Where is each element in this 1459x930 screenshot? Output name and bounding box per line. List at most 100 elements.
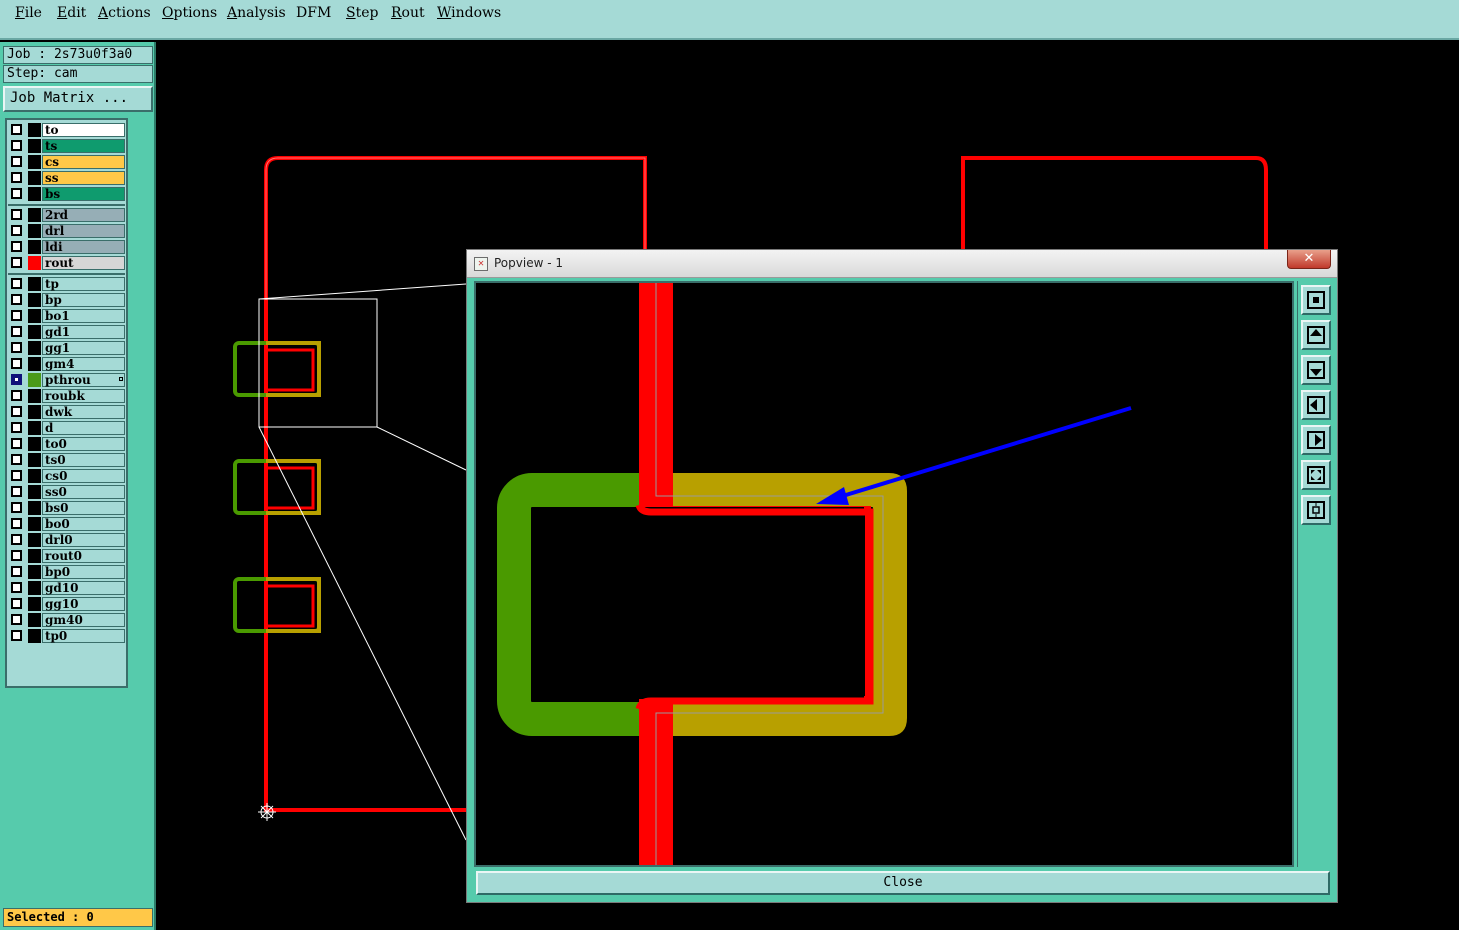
popview-canvas[interactable] xyxy=(474,281,1294,867)
layer-color-swatch[interactable] xyxy=(28,597,41,611)
layer-checkbox[interactable] xyxy=(11,422,22,433)
layer-checkbox[interactable] xyxy=(11,454,22,465)
layer-name[interactable]: to xyxy=(42,123,125,137)
layer-row-cs[interactable]: cs xyxy=(8,155,125,169)
layer-checkbox[interactable] xyxy=(11,534,22,545)
layer-color-swatch[interactable] xyxy=(28,325,41,339)
layer-checkbox[interactable] xyxy=(11,518,22,529)
layer-row-ldi[interactable]: ldi xyxy=(8,240,125,254)
layer-row-ss[interactable]: ss xyxy=(8,171,125,185)
layer-row-to0[interactable]: to0 xyxy=(8,437,125,451)
layer-name[interactable]: tp xyxy=(42,277,125,291)
layer-name[interactable]: ss xyxy=(42,171,125,185)
layer-name[interactable]: 2rd xyxy=(42,208,125,222)
layer-color-swatch[interactable] xyxy=(28,581,41,595)
layer-checkbox[interactable] xyxy=(11,124,22,135)
layer-color-swatch[interactable] xyxy=(28,256,41,270)
layer-checkbox[interactable] xyxy=(11,470,22,481)
layer-color-swatch[interactable] xyxy=(28,613,41,627)
layer-row-to[interactable]: to xyxy=(8,123,125,137)
layer-color-swatch[interactable] xyxy=(28,357,41,371)
layer-checkbox[interactable] xyxy=(11,614,22,625)
layer-row-2rd[interactable]: 2rd xyxy=(8,208,125,222)
menu-analysis[interactable]: Analysis xyxy=(227,5,286,21)
layer-color-swatch[interactable] xyxy=(28,309,41,323)
layer-checkbox[interactable] xyxy=(11,550,22,561)
pan-right-icon[interactable] xyxy=(1301,425,1331,455)
layer-color-swatch[interactable] xyxy=(28,373,41,387)
layer-name[interactable]: cs xyxy=(42,155,125,169)
layer-row-dwk[interactable]: dwk xyxy=(8,405,125,419)
layer-checkbox[interactable] xyxy=(11,582,22,593)
layer-row-roubk[interactable]: roubk xyxy=(8,389,125,403)
layer-checkbox[interactable] xyxy=(11,358,22,369)
layer-color-swatch[interactable] xyxy=(28,341,41,355)
layer-color-swatch[interactable] xyxy=(28,277,41,291)
menu-edit[interactable]: Edit xyxy=(57,5,86,21)
close-button[interactable]: Close xyxy=(476,871,1330,895)
job-matrix-button[interactable]: Job Matrix ... xyxy=(3,86,153,112)
layer-row-gm40[interactable]: gm40 xyxy=(8,613,125,627)
layer-checkbox[interactable] xyxy=(11,257,22,268)
layer-row-tp0[interactable]: tp0 xyxy=(8,629,125,643)
layer-name[interactable]: gg10 xyxy=(42,597,125,611)
layer-checkbox[interactable] xyxy=(11,406,22,417)
layer-row-gd10[interactable]: gd10 xyxy=(8,581,125,595)
menu-windows[interactable]: Windows xyxy=(437,5,501,21)
layer-color-swatch[interactable] xyxy=(28,501,41,515)
menu-step[interactable]: Step xyxy=(346,5,378,21)
layer-color-swatch[interactable] xyxy=(28,453,41,467)
layer-row-cs0[interactable]: cs0 xyxy=(8,469,125,483)
layer-name[interactable]: d xyxy=(42,421,125,435)
layer-checkbox[interactable] xyxy=(11,374,22,385)
layer-row-bs[interactable]: bs xyxy=(8,187,125,201)
menu-rout[interactable]: Rout xyxy=(391,5,425,21)
layer-row-gd1[interactable]: gd1 xyxy=(8,325,125,339)
layer-checkbox[interactable] xyxy=(11,566,22,577)
layer-checkbox[interactable] xyxy=(11,390,22,401)
layer-color-swatch[interactable] xyxy=(28,389,41,403)
layer-name[interactable]: bo1 xyxy=(42,309,125,323)
layer-checkbox[interactable] xyxy=(11,326,22,337)
layer-name[interactable]: cs0 xyxy=(42,469,125,483)
layer-color-swatch[interactable] xyxy=(28,629,41,643)
layer-checkbox[interactable] xyxy=(11,502,22,513)
layer-name[interactable]: bs0 xyxy=(42,501,125,515)
layer-name[interactable]: bo0 xyxy=(42,517,125,531)
layer-checkbox[interactable] xyxy=(11,225,22,236)
layer-row-d[interactable]: d xyxy=(8,421,125,435)
layer-row-gm4[interactable]: gm4 xyxy=(8,357,125,371)
layer-checkbox[interactable] xyxy=(11,630,22,641)
layer-color-swatch[interactable] xyxy=(28,405,41,419)
layer-checkbox[interactable] xyxy=(11,156,22,167)
popview-window[interactable]: ✕ Popview - 1 ✕ Close xyxy=(466,249,1338,903)
layer-row-bs0[interactable]: bs0 xyxy=(8,501,125,515)
layer-name[interactable]: gm4 xyxy=(42,357,125,371)
layer-row-gg10[interactable]: gg10 xyxy=(8,597,125,611)
layer-row-rout[interactable]: rout xyxy=(8,256,125,270)
layer-name[interactable]: roubk xyxy=(42,389,125,403)
layer-name[interactable]: bs xyxy=(42,187,125,201)
layer-checkbox[interactable] xyxy=(11,241,22,252)
layer-name[interactable]: ts xyxy=(42,139,125,153)
layer-checkbox[interactable] xyxy=(11,486,22,497)
layer-name[interactable]: rout0 xyxy=(42,549,125,563)
menu-dfm[interactable]: DFM xyxy=(296,5,331,21)
layer-color-swatch[interactable] xyxy=(28,123,41,137)
pan-left-icon[interactable] xyxy=(1301,390,1331,420)
layer-name[interactable]: bp xyxy=(42,293,125,307)
layer-name[interactable]: rout xyxy=(42,256,125,270)
window-close-button[interactable]: ✕ xyxy=(1287,250,1331,269)
layer-color-swatch[interactable] xyxy=(28,240,41,254)
layer-checkbox[interactable] xyxy=(11,209,22,220)
layer-row-pthrou[interactable]: pthrou xyxy=(8,373,125,387)
menu-actions[interactable]: Actions xyxy=(98,5,151,21)
layer-color-swatch[interactable] xyxy=(28,517,41,531)
layer-color-swatch[interactable] xyxy=(28,437,41,451)
layer-name[interactable]: tp0 xyxy=(42,629,125,643)
layer-color-swatch[interactable] xyxy=(28,224,41,238)
layer-color-swatch[interactable] xyxy=(28,208,41,222)
layer-color-swatch[interactable] xyxy=(28,421,41,435)
layer-color-swatch[interactable] xyxy=(28,469,41,483)
zoom-window-icon[interactable] xyxy=(1301,285,1331,315)
